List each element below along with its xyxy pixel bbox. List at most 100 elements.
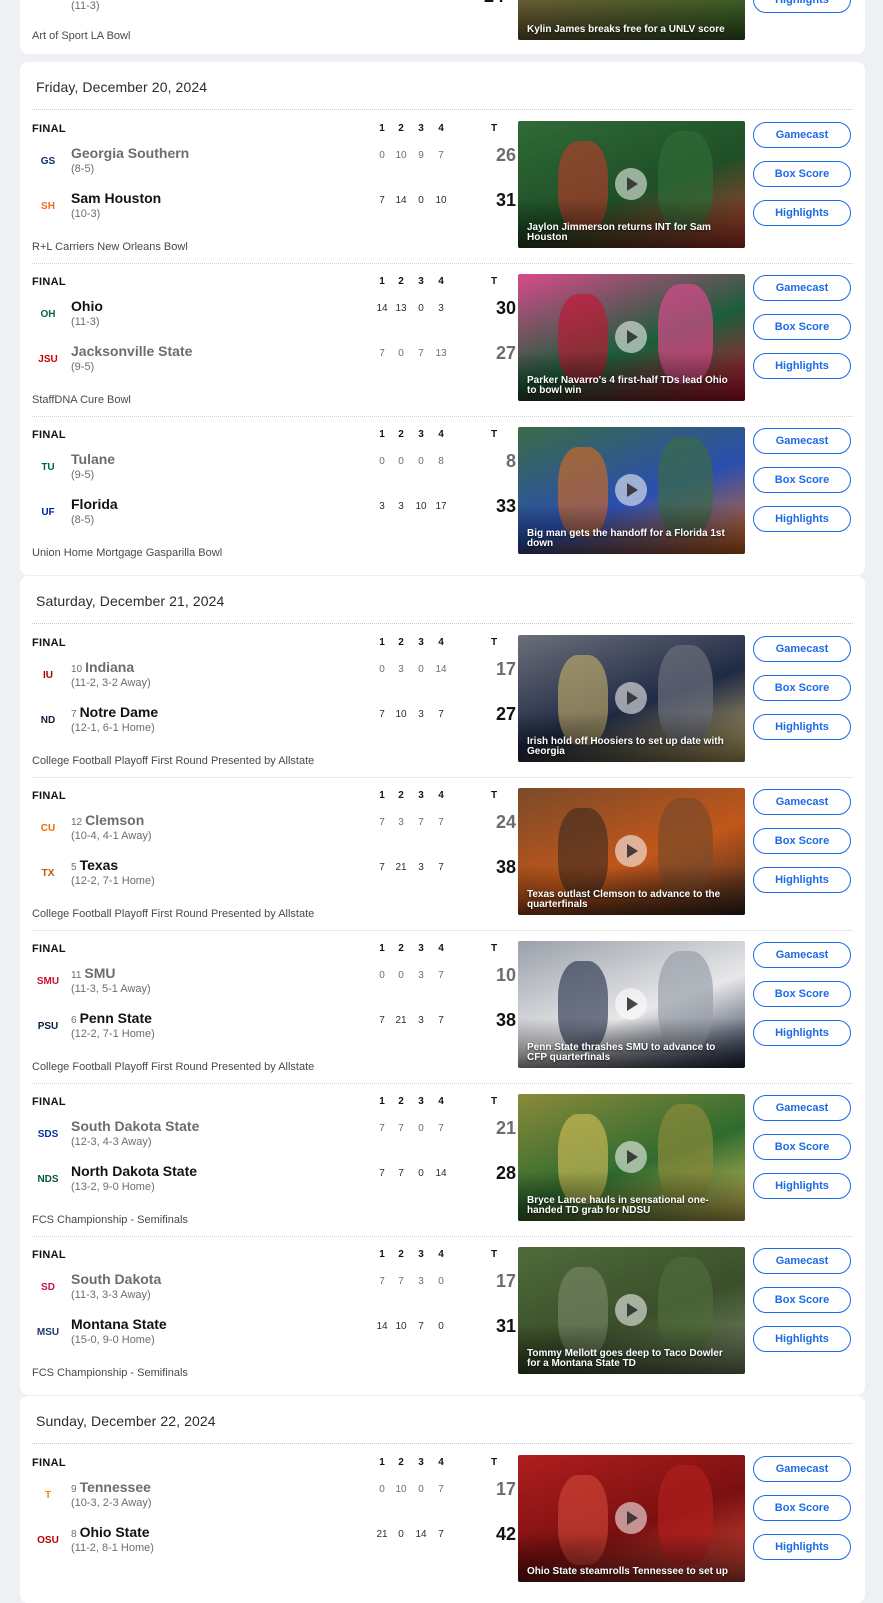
team-name[interactable]: Sam Houston <box>71 190 161 206</box>
gamecast-button[interactable]: Gamecast <box>753 1095 851 1121</box>
team-name-text[interactable]: South Dakota <box>71 1271 161 1287</box>
team-name[interactable]: 6 Penn State <box>71 1010 152 1026</box>
team-name-text[interactable]: Ohio <box>71 298 103 314</box>
team-name[interactable]: 7 Notre Dame <box>71 704 158 720</box>
team-name-text[interactable]: Tulane <box>71 451 115 467</box>
team-name[interactable]: 12 Clemson <box>71 812 144 828</box>
box-score-button[interactable]: Box Score <box>753 161 851 187</box>
video-thumbnail[interactable]: Kylin James breaks free for a UNLV score <box>518 0 745 40</box>
team-name[interactable]: Jacksonville State <box>71 343 192 359</box>
team-name[interactable]: Tulane <box>71 451 115 467</box>
play-icon[interactable] <box>615 835 647 867</box>
team-logo-icon[interactable]: ND <box>32 706 64 734</box>
highlights-button[interactable]: Highlights <box>753 200 851 226</box>
team-name[interactable]: South Dakota <box>71 1271 161 1287</box>
box-score-button[interactable]: Box Score <box>753 675 851 701</box>
team-name-text[interactable]: Ohio State <box>80 1524 150 1540</box>
team-row[interactable]: UF Florida (8-5) 3 3 10 17 33 <box>32 496 525 532</box>
gamecast-button[interactable]: Gamecast <box>753 275 851 301</box>
highlights-button[interactable]: Highlights <box>753 1173 851 1199</box>
highlights-button[interactable]: Highlights <box>753 1020 851 1046</box>
highlights-button[interactable]: Highlights <box>753 0 851 13</box>
play-icon[interactable] <box>615 168 647 200</box>
team-logo-icon[interactable]: PSU <box>32 1012 64 1040</box>
gamecast-button[interactable]: Gamecast <box>753 122 851 148</box>
team-name-text[interactable]: Tennessee <box>80 1479 151 1495</box>
team-row[interactable]: CU 12 Clemson (10-4, 4-1 Away) 7 3 7 7 24 <box>32 812 522 848</box>
team-name-text[interactable]: Indiana <box>85 659 134 675</box>
team-logo-icon[interactable]: TU <box>32 453 64 481</box>
team-row[interactable]: JSU Jacksonville State (9-5) 7 0 7 13 27 <box>32 343 522 379</box>
team-name[interactable]: South Dakota State <box>71 1118 199 1134</box>
team-name[interactable]: 11 SMU <box>71 965 116 981</box>
team-name[interactable]: 9 Tennessee <box>71 1479 151 1495</box>
video-thumbnail[interactable]: Irish hold off Hoosiers to set up date w… <box>518 635 745 762</box>
team-logo-icon[interactable]: SH <box>32 192 64 220</box>
team-name-text[interactable]: Clemson <box>85 812 144 828</box>
team-row[interactable]: TU Tulane (9-5) 0 0 0 8 8 <box>32 451 522 487</box>
team-name[interactable]: Montana State <box>71 1316 167 1332</box>
highlights-button[interactable]: Highlights <box>753 506 851 532</box>
team-row[interactable]: ND 7 Notre Dame (12-1, 6-1 Home) 7 10 3 7 27 <box>32 704 525 740</box>
team-logo-icon[interactable]: NDS <box>32 1165 64 1193</box>
box-score-button[interactable]: Box Score <box>753 467 851 493</box>
video-thumbnail[interactable]: Jaylon Jimmerson returns INT for Sam Hou… <box>518 121 745 248</box>
highlights-button[interactable]: Highlights <box>753 1534 851 1560</box>
highlights-button[interactable]: Highlights <box>753 867 851 893</box>
play-icon[interactable] <box>615 474 647 506</box>
team-logo-icon[interactable]: GS <box>32 147 64 175</box>
video-thumbnail[interactable]: Texas outlast Clemson to advance to the … <box>518 788 745 915</box>
team-name-text[interactable]: Georgia Southern <box>71 145 189 161</box>
team-logo-icon[interactable]: SD <box>32 1273 64 1301</box>
team-name[interactable]: 10 Indiana <box>71 659 134 675</box>
team-name[interactable]: Florida <box>71 496 118 512</box>
team-row[interactable]: OH Ohio (11-3) 14 13 0 3 30 <box>32 298 525 334</box>
team-row[interactable]: SH Sam Houston (10-3) 7 14 0 10 31 <box>32 190 525 226</box>
team-row[interactable]: MSU Montana State (15-0, 9-0 Home) 14 10 7 0 31 <box>32 1316 525 1352</box>
play-icon[interactable] <box>615 321 647 353</box>
team-name[interactable]: Ohio <box>71 298 103 314</box>
video-thumbnail[interactable]: Tommy Mellott goes deep to Taco Dowler f… <box>518 1247 745 1374</box>
team-name-text[interactable]: Notre Dame <box>80 704 159 720</box>
team-logo-icon[interactable]: SDS <box>32 1120 64 1148</box>
team-logo-icon[interactable]: OH <box>32 300 64 328</box>
highlights-button[interactable]: Highlights <box>753 714 851 740</box>
team-logo-icon[interactable]: MSU <box>32 1318 64 1346</box>
team-name[interactable]: Georgia Southern <box>71 145 189 161</box>
team-name-text[interactable]: Texas <box>80 857 119 873</box>
team-logo-icon[interactable]: T <box>32 1481 64 1509</box>
team-row[interactable]: PSU 6 Penn State (12-2, 7-1 Home) 7 21 3 7 38 <box>32 1010 525 1046</box>
team-name-text[interactable]: South Dakota State <box>71 1118 199 1134</box>
team-name-text[interactable]: Sam Houston <box>71 190 161 206</box>
gamecast-button[interactable]: Gamecast <box>753 942 851 968</box>
team-name-text[interactable]: SMU <box>84 965 115 981</box>
gamecast-button[interactable]: Gamecast <box>753 1456 851 1482</box>
team-logo-icon[interactable]: TX <box>32 859 64 887</box>
team-logo-icon[interactable]: UF <box>32 498 64 526</box>
play-icon[interactable] <box>615 1294 647 1326</box>
gamecast-button[interactable]: Gamecast <box>753 428 851 454</box>
team-row[interactable]: SDS South Dakota State (12-3, 4-3 Away) 7 7 0… <box>32 1118 522 1154</box>
highlights-button[interactable]: Highlights <box>753 353 851 379</box>
team-row[interactable]: T 9 Tennessee (10-3, 2-3 Away) 0 10 0 7 17 <box>32 1479 522 1515</box>
box-score-button[interactable]: Box Score <box>753 981 851 1007</box>
team-name[interactable]: North Dakota State <box>71 1163 197 1179</box>
team-logo-icon[interactable]: CU <box>32 814 64 842</box>
gamecast-button[interactable]: Gamecast <box>753 789 851 815</box>
team-name-text[interactable]: Jacksonville State <box>71 343 192 359</box>
play-icon[interactable] <box>615 1502 647 1534</box>
team-row[interactable]: NDS North Dakota State (13-2, 9-0 Home) 7 7 0… <box>32 1163 525 1199</box>
box-score-button[interactable]: Box Score <box>753 314 851 340</box>
team-name[interactable]: 8 Ohio State <box>71 1524 150 1540</box>
team-name[interactable]: 5 Texas <box>71 857 118 873</box>
box-score-button[interactable]: Box Score <box>753 1287 851 1313</box>
gamecast-button[interactable]: Gamecast <box>753 636 851 662</box>
team-name-text[interactable]: Montana State <box>71 1316 167 1332</box>
box-score-button[interactable]: Box Score <box>753 828 851 854</box>
team-logo-icon[interactable]: IU <box>32 661 64 689</box>
team-row[interactable]: SMU 11 SMU (11-3, 5-1 Away) 0 0 3 7 10 <box>32 965 522 1001</box>
play-icon[interactable] <box>615 1141 647 1173</box>
team-row[interactable]: OSU 8 Ohio State (11-2, 8-1 Home) 21 0 14 7 42 <box>32 1524 525 1560</box>
team-logo-icon[interactable]: SMU <box>32 967 64 995</box>
team-row[interactable]: IU 10 Indiana (11-2, 3-2 Away) 0 3 0 14 17 <box>32 659 522 695</box>
